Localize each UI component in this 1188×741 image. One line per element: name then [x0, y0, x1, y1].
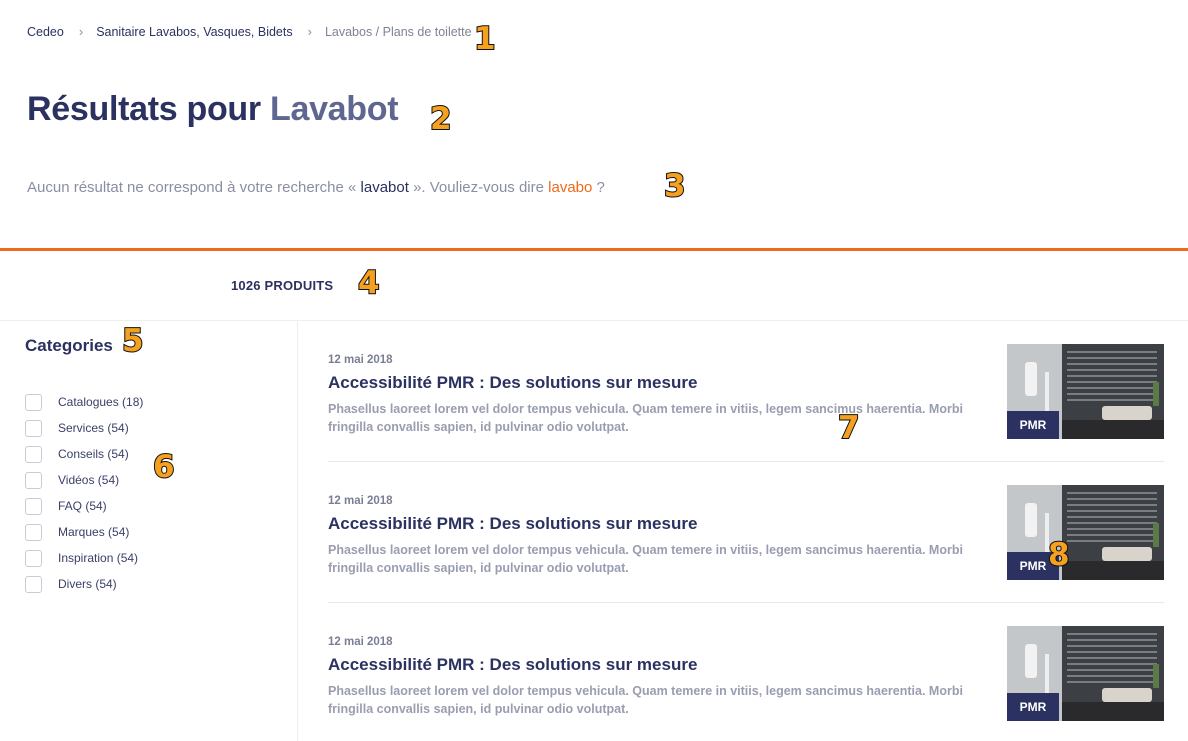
checkbox[interactable] [25, 549, 42, 567]
list-item[interactable]: 12 mai 2018 Accessibilité PMR : Des solu… [328, 321, 1164, 462]
article-date: 12 mai 2018 [328, 495, 393, 507]
results-count: 1026 PRODUITS [231, 278, 334, 293]
category-item-videos[interactable]: Vidéos (54) [25, 467, 143, 493]
checkbox[interactable] [25, 471, 42, 489]
results-count-bar: 1026 PRODUITS [0, 251, 1188, 321]
searched-term: lavabot [360, 179, 409, 196]
category-label: Vidéos (54) [58, 473, 120, 487]
annotation-marker-4: 4 [357, 265, 381, 301]
article-title[interactable]: Accessibilité PMR : Des solutions sur me… [328, 373, 697, 393]
article-excerpt: Phasellus laoreet lorem vel dolor tempus… [328, 684, 963, 716]
article-date: 12 mai 2018 [328, 354, 393, 366]
no-result-text-before: Aucun résultat ne correspond à votre rec… [27, 179, 361, 196]
checkbox[interactable] [25, 575, 42, 593]
checkbox[interactable] [25, 445, 42, 463]
article-tag-badge: PMR [1007, 693, 1059, 721]
article-excerpt: Phasellus laoreet lorem vel dolor tempus… [328, 402, 963, 434]
annotation-marker-3: 3 [663, 168, 687, 204]
category-item-faq[interactable]: FAQ (54) [25, 493, 143, 519]
breadcrumb: Cedeo › Sanitaire Lavabos, Vasques, Bide… [27, 24, 472, 39]
page-title-query: Lavabot [270, 90, 399, 128]
article-thumbnail[interactable]: PMR [1007, 344, 1164, 439]
annotation-marker-7: 7 [837, 410, 861, 446]
breadcrumb-link-cedeo[interactable]: Cedeo [27, 25, 64, 39]
breadcrumb-separator-icon: › [307, 24, 312, 39]
annotation-marker-1: 1 [473, 21, 497, 57]
checkbox[interactable] [25, 419, 42, 437]
category-item-services[interactable]: Services (54) [25, 415, 143, 441]
no-result-text-after: ? [592, 179, 605, 196]
sidebar-title: Categories [25, 336, 113, 355]
annotation-marker-5: 5 [121, 323, 145, 359]
page-title-prefix: Résultats pour [27, 90, 261, 128]
list-item[interactable]: 12 mai 2018 Accessibilité PMR : Des solu… [328, 603, 1164, 741]
checkbox[interactable] [25, 523, 42, 541]
category-label: Conseils (54) [58, 447, 129, 461]
category-label: Inspiration (54) [58, 551, 139, 565]
category-sidebar: Categories Catalogues (18) Services (54)… [0, 321, 298, 741]
no-result-text-middle: ». Vouliez-vous dire [408, 179, 549, 196]
category-list: Catalogues (18) Services (54) Conseils (… [25, 389, 143, 597]
checkbox[interactable] [25, 393, 42, 411]
no-result-message: Aucun résultat ne correspond à votre rec… [27, 179, 605, 196]
article-tag-badge: PMR [1007, 411, 1059, 439]
category-label: Services (54) [58, 421, 129, 435]
breadcrumb-separator-icon: › [78, 24, 84, 39]
category-label: FAQ (54) [58, 499, 107, 513]
annotation-marker-6: 6 [152, 449, 176, 485]
article-title[interactable]: Accessibilité PMR : Des solutions sur me… [328, 655, 697, 675]
article-date: 12 mai 2018 [328, 636, 393, 648]
annotation-marker-2: 2 [429, 101, 453, 137]
category-label: Divers (54) [58, 577, 117, 591]
category-item-inspiration[interactable]: Inspiration (54) [25, 545, 143, 571]
category-label: Marques (54) [58, 525, 130, 539]
breadcrumb-link-sanitaire[interactable]: Sanitaire Lavabos, Vasques, Bidets [96, 25, 292, 39]
checkbox[interactable] [25, 497, 42, 515]
article-excerpt: Phasellus laoreet lorem vel dolor tempus… [328, 543, 963, 575]
article-title[interactable]: Accessibilité PMR : Des solutions sur me… [328, 514, 697, 534]
article-thumbnail[interactable]: PMR [1007, 626, 1164, 721]
category-item-divers[interactable]: Divers (54) [25, 571, 143, 597]
page-title: Résultats pour Lavabot [27, 90, 399, 129]
suggestion-link[interactable]: lavabo [548, 179, 592, 196]
breadcrumb-current: Lavabos / Plans de toilette [324, 24, 472, 39]
annotation-marker-8: 8 [1047, 537, 1071, 573]
category-item-conseils[interactable]: Conseils (54) [25, 441, 143, 467]
category-label: Catalogues (18) [58, 395, 144, 409]
category-item-marques[interactable]: Marques (54) [25, 519, 143, 545]
article-thumbnail[interactable]: PMR [1007, 485, 1164, 580]
category-item-catalogues[interactable]: Catalogues (18) [25, 389, 143, 415]
list-item[interactable]: 12 mai 2018 Accessibilité PMR : Des solu… [328, 462, 1164, 603]
results-list: 12 mai 2018 Accessibilité PMR : Des solu… [328, 321, 1164, 741]
